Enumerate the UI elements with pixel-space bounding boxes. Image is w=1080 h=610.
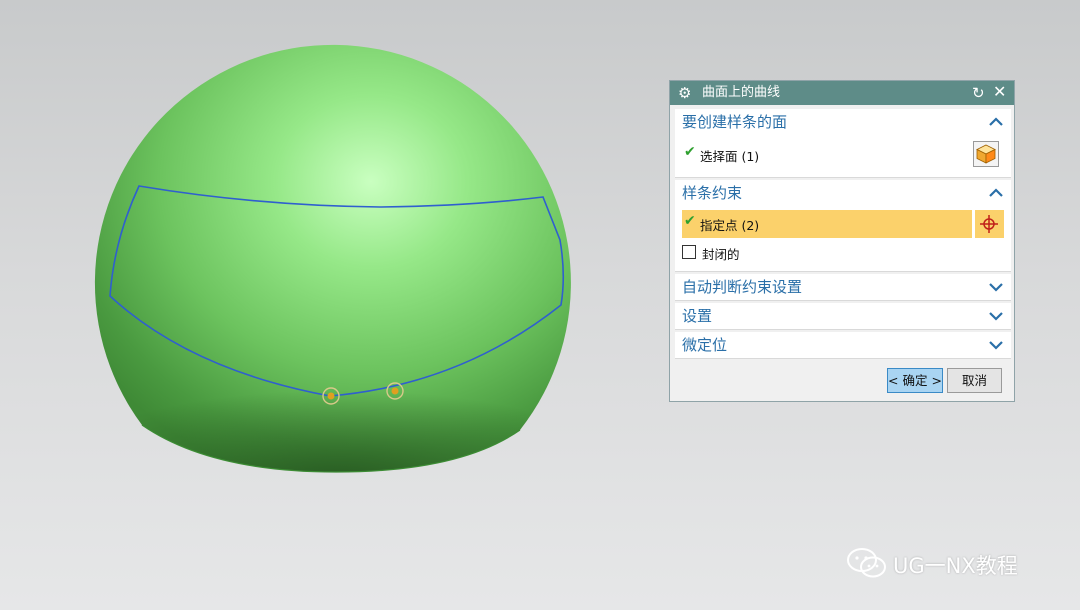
wechat-icon	[847, 548, 886, 578]
curve-on-surface-dialog: ⚙ 曲面上的曲线 ↻ ✕ 要创建样条的面 ✔ 选择面 (1) 样条约束 ✔ 指定…	[669, 80, 1015, 402]
auto-constraints-group: 自动判断约束设置	[675, 274, 1011, 301]
closed-checkbox[interactable]	[682, 245, 696, 259]
face-group-label: 要创建样条的面	[682, 113, 788, 131]
fine-position-group: 微定位	[675, 332, 1011, 359]
face-group-header[interactable]: 要创建样条的面	[675, 109, 1011, 135]
settings-label: 设置	[682, 307, 713, 325]
point-dialog-button[interactable]	[974, 210, 1004, 238]
spline-constraints-group: 样条约束 ✔ 指定点 (2) 封闭的	[675, 180, 1011, 272]
chevron-down-icon[interactable]	[987, 336, 1005, 354]
auto-constraints-label: 自动判断约束设置	[682, 278, 803, 296]
auto-constraints-header[interactable]: 自动判断约束设置	[675, 274, 1011, 300]
face-selector-button[interactable]	[973, 141, 999, 167]
watermark-text: UG一NX教程	[893, 554, 1018, 578]
crosshair-icon	[980, 215, 998, 233]
check-icon: ✔	[684, 213, 696, 229]
spline-constraints-label: 样条约束	[682, 184, 743, 202]
settings-group: 设置	[675, 303, 1011, 330]
check-icon: ✔	[684, 144, 696, 160]
specify-point-label: 指定点 (2)	[700, 218, 760, 233]
chevron-down-icon[interactable]	[987, 307, 1005, 325]
dialog-title-bar[interactable]: ⚙ 曲面上的曲线 ↻ ✕	[670, 81, 1014, 105]
gear-icon: ⚙	[678, 84, 692, 102]
chevron-down-icon[interactable]	[987, 278, 1005, 296]
spline-constraints-header[interactable]: 样条约束	[675, 180, 1011, 206]
sphere-model[interactable]	[90, 44, 590, 480]
settings-header[interactable]: 设置	[675, 303, 1011, 329]
select-face-label: 选择面 (1)	[700, 149, 760, 164]
reset-icon[interactable]: ↻	[972, 83, 985, 103]
fine-position-label: 微定位	[682, 336, 728, 354]
cancel-button[interactable]: 取消	[947, 368, 1002, 393]
chevron-up-icon[interactable]	[987, 184, 1005, 202]
cube-icon	[976, 144, 996, 164]
ok-button[interactable]: < 确定 >	[887, 368, 943, 393]
face-group: 要创建样条的面 ✔ 选择面 (1)	[675, 109, 1011, 178]
specify-point-row[interactable]: ✔ 指定点 (2)	[682, 210, 972, 238]
select-face-row[interactable]: ✔ 选择面 (1)	[682, 141, 962, 167]
dialog-title: 曲面上的曲线	[702, 85, 781, 100]
chevron-up-icon[interactable]	[987, 113, 1005, 131]
closed-label: 封闭的	[702, 247, 740, 262]
fine-position-header[interactable]: 微定位	[675, 332, 1011, 358]
close-icon[interactable]: ✕	[993, 82, 1006, 102]
